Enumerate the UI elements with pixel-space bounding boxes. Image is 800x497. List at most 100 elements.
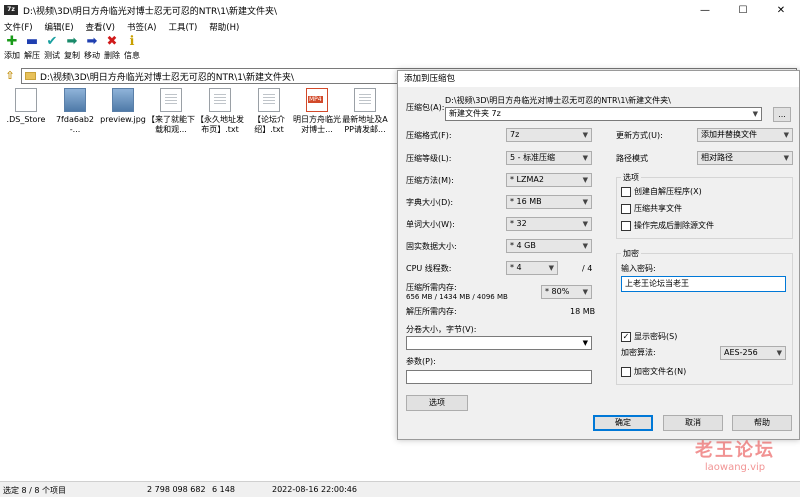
encrypt-names-checkbox[interactable]: 加密文件名(N) (621, 366, 686, 377)
title-bar: 7z D:\视频\3D\明日方舟临光对博士忍无可忍的NTR\1\新建文件夹\ —… (0, 0, 800, 20)
encryption-group-title: 加密 (621, 248, 641, 259)
enc-method-value: AES-256 (724, 348, 758, 357)
level-select[interactable]: 5 - 标准压缩 ▼ (506, 151, 592, 165)
copy-button[interactable]: ➡ 复制 (62, 34, 82, 66)
chevron-down-icon: ▼ (752, 110, 758, 118)
list-item[interactable]: 【永久地址发布页】.txt (196, 86, 244, 135)
plus-icon: ✚ (6, 34, 18, 49)
text-file-icon (160, 88, 182, 112)
menu-tools[interactable]: 工具(T) (168, 21, 197, 33)
move-arrow-icon: ➡ (86, 34, 98, 49)
level-label: 压缩等级(L): (406, 154, 452, 163)
format-select[interactable]: 7z ▼ (506, 128, 592, 142)
file-icon (15, 88, 37, 112)
dict-select[interactable]: * 16 MB ▼ (506, 195, 592, 209)
minimize-button[interactable]: — (686, 0, 724, 20)
up-folder-icon[interactable]: ⇧ (3, 69, 17, 83)
watermark-main: 老王论坛 (695, 440, 775, 461)
checkbox-box (621, 186, 631, 197)
delete-source-checkbox[interactable]: 操作完成后删除源文件 (621, 220, 714, 231)
info-button[interactable]: ℹ 信息 (122, 34, 142, 66)
menu-file[interactable]: 文件(F) (4, 21, 33, 33)
close-window-button[interactable]: ✕ (762, 0, 800, 20)
menu-bar: 文件(F) 编辑(E) 查看(V) 书签(A) 工具(T) 帮助(H) (0, 20, 800, 34)
add-button[interactable]: ✚ 添加 (2, 34, 22, 66)
image-file-icon (112, 88, 134, 112)
dict-label: 字典大小(D): (406, 198, 454, 207)
extract-button[interactable]: ▬ 解压 (22, 34, 42, 66)
chevron-down-icon: ▼ (582, 242, 588, 250)
delete-icon: ✖ (106, 34, 118, 49)
encrypt-names-label: 加密文件名(N) (634, 367, 687, 376)
list-item[interactable]: .DS_Store (2, 86, 50, 125)
move-button[interactable]: ➡ 移动 (82, 34, 102, 66)
threads-select[interactable]: * 4 ▼ (506, 261, 558, 275)
show-password-checkbox[interactable]: ✓ 显示密码(S) (621, 331, 677, 342)
threads-label: CPU 线程数: (406, 264, 452, 273)
enc-method-select[interactable]: AES-256 ▼ (720, 346, 786, 360)
browse-button[interactable]: ... (773, 107, 791, 122)
list-item[interactable]: 7fda6ab2-... (51, 86, 99, 135)
options-button[interactable]: 选项 (406, 395, 468, 411)
menu-help[interactable]: 帮助(H) (209, 21, 239, 33)
chevron-down-icon: ▼ (582, 154, 588, 162)
delete-label: 删除 (104, 51, 120, 60)
menu-view[interactable]: 查看(V) (86, 21, 115, 33)
options-group: 选项 创建自解压程序(X) 压缩共享文件 操作完成后删除源文件 (616, 172, 793, 239)
list-item[interactable]: 【论坛介绍】.txt (245, 86, 293, 135)
mem-pct-value: * 80% (545, 287, 570, 296)
list-item[interactable]: 最新地址及APP请发邮... (341, 86, 389, 135)
shared-label: 压缩共享文件 (634, 204, 682, 213)
chevron-down-icon: ▼ (582, 176, 588, 184)
method-select[interactable]: * LZMA2 ▼ (506, 173, 592, 187)
delete-button[interactable]: ✖ 删除 (102, 34, 122, 66)
menu-edit[interactable]: 编辑(E) (45, 21, 74, 33)
shared-checkbox[interactable]: 压缩共享文件 (621, 203, 682, 214)
word-select[interactable]: * 32 ▼ (506, 217, 592, 231)
video-file-icon (306, 88, 328, 112)
chevron-down-icon: ▼ (582, 288, 588, 296)
add-label: 添加 (4, 51, 20, 60)
encryption-group: 加密 输入密码: 上老王论坛当老王 ✓ 显示密码(S) 加密算法: AES-25… (616, 248, 793, 385)
file-name: 【论坛介绍】.txt (253, 115, 285, 134)
path-mode-select[interactable]: 相对路径 ▼ (697, 151, 793, 165)
solid-label: 固实数据大小: (406, 242, 457, 251)
chevron-down-icon: ▼ (582, 220, 588, 228)
info-icon: ℹ (129, 34, 135, 49)
help-button[interactable]: 帮助 (732, 415, 792, 431)
solid-value: * 4 GB (510, 241, 536, 250)
ok-button[interactable]: 确定 (593, 415, 653, 431)
cancel-button[interactable]: 取消 (663, 415, 723, 431)
password-input[interactable]: 上老王论坛当老王 (621, 276, 786, 292)
word-value: * 32 (510, 219, 527, 228)
copy-arrow-icon: ➡ (66, 34, 78, 49)
dialog-title: 添加到压缩包 (398, 71, 799, 87)
window-title: D:\视频\3D\明日方舟临光对博士忍无可忍的NTR\1\新建文件夹\ (23, 6, 278, 17)
minus-icon: ▬ (25, 34, 39, 49)
list-item[interactable]: 【来了就能下载和观... (147, 86, 195, 135)
level-value: 5 - 标准压缩 (510, 153, 556, 162)
options-group-title: 选项 (621, 172, 641, 183)
maximize-button[interactable]: ☐ (724, 0, 762, 20)
enc-method-label: 加密算法: (621, 348, 656, 357)
update-select[interactable]: 添加并替换文件 ▼ (697, 128, 793, 142)
list-item[interactable]: preview.jpg (99, 86, 147, 125)
password-label: 输入密码: (621, 264, 656, 273)
solid-select[interactable]: * 4 GB ▼ (506, 239, 592, 253)
word-label: 单词大小(W): (406, 220, 455, 229)
chevron-down-icon: ▼ (776, 349, 782, 357)
volume-input[interactable]: ▼ (406, 336, 592, 350)
list-item[interactable]: 明日方舟临光对博士... (293, 86, 341, 135)
extract-label: 解压 (24, 51, 40, 60)
test-button[interactable]: ✔ 测试 (42, 34, 62, 66)
file-name: 明日方舟临光对博士... (293, 115, 341, 134)
test-label: 测试 (44, 51, 60, 60)
archive-name-input[interactable]: 新建文件夹 7z ▼ (445, 107, 762, 121)
archive-label: 压缩包(A): (406, 103, 445, 112)
sfx-checkbox[interactable]: 创建自解压程序(X) (621, 186, 702, 197)
params-input[interactable] (406, 370, 592, 384)
update-label: 更新方式(U): (616, 131, 663, 140)
show-password-label: 显示密码(S) (634, 332, 678, 341)
menu-bookmarks[interactable]: 书签(A) (127, 21, 156, 33)
mem-pct-select[interactable]: * 80% ▼ (541, 285, 592, 299)
